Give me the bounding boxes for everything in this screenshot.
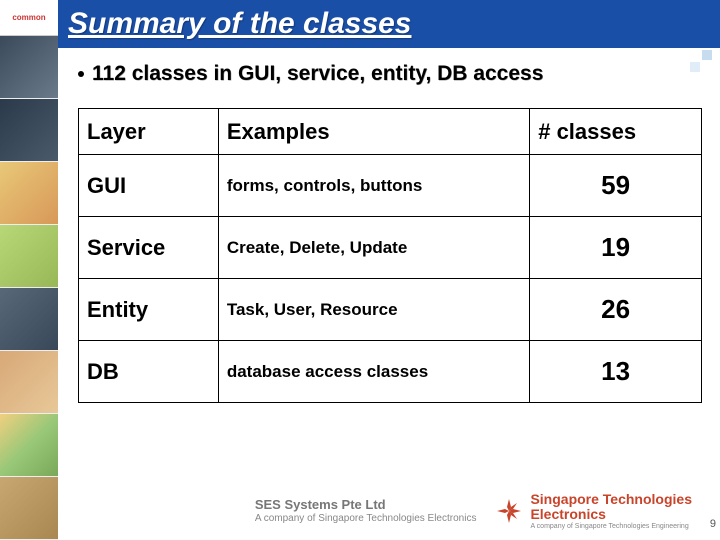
cell-layer: Service — [79, 217, 219, 279]
company-name: SES Systems Pte Ltd — [255, 497, 477, 513]
table-row: Entity Task, User, Resource 26 — [79, 279, 702, 341]
cell-layer: DB — [79, 341, 219, 403]
sidebar-thumb — [0, 414, 58, 477]
footer-company: SES Systems Pte Ltd A company of Singapo… — [255, 497, 477, 525]
cell-examples: forms, controls, buttons — [218, 155, 529, 217]
sidebar-thumbnails: common — [0, 0, 58, 540]
header-layer: Layer — [79, 109, 219, 155]
footer: SES Systems Pte Ltd A company of Singapo… — [58, 488, 710, 534]
cell-examples: database access classes — [218, 341, 529, 403]
header-count: # classes — [530, 109, 702, 155]
cell-count: 19 — [530, 217, 702, 279]
title-bar: Summary of the classes — [58, 0, 720, 48]
bullet-icon — [78, 71, 84, 77]
star-icon — [494, 496, 524, 526]
bullet-text: 112 classes in GUI, service, entity, DB … — [92, 62, 543, 86]
table-row: GUI forms, controls, buttons 59 — [79, 155, 702, 217]
cell-layer: GUI — [79, 155, 219, 217]
sidebar-thumb — [0, 36, 58, 99]
cell-count: 26 — [530, 279, 702, 341]
cell-examples: Task, User, Resource — [218, 279, 529, 341]
slide-content: 112 classes in GUI, service, entity, DB … — [58, 48, 710, 403]
cell-count: 59 — [530, 155, 702, 217]
sidebar-logo: common — [0, 0, 58, 36]
cell-count: 13 — [530, 341, 702, 403]
sidebar-thumb — [0, 477, 58, 540]
company-subtitle: A company of Singapore Technologies Elec… — [255, 513, 477, 525]
classes-table: Layer Examples # classes GUI forms, cont… — [78, 108, 702, 403]
sidebar-thumb — [0, 351, 58, 414]
header-examples: Examples — [218, 109, 529, 155]
table-row: Service Create, Delete, Update 19 — [79, 217, 702, 279]
table-row: DB database access classes 13 — [79, 341, 702, 403]
slide-title: Summary of the classes — [68, 7, 412, 41]
sidebar-thumb — [0, 99, 58, 162]
sidebar-thumb — [0, 225, 58, 288]
sidebar-thumb — [0, 288, 58, 351]
cell-examples: Create, Delete, Update — [218, 217, 529, 279]
table-header-row: Layer Examples # classes — [79, 109, 702, 155]
page-number: 9 — [710, 518, 716, 530]
cell-layer: Entity — [79, 279, 219, 341]
st-text: Singapore Technologies Electronics A com… — [530, 492, 692, 530]
sidebar-thumb — [0, 162, 58, 225]
footer-st-logo: Singapore Technologies Electronics A com… — [494, 492, 692, 530]
bullet-item: 112 classes in GUI, service, entity, DB … — [78, 62, 696, 86]
